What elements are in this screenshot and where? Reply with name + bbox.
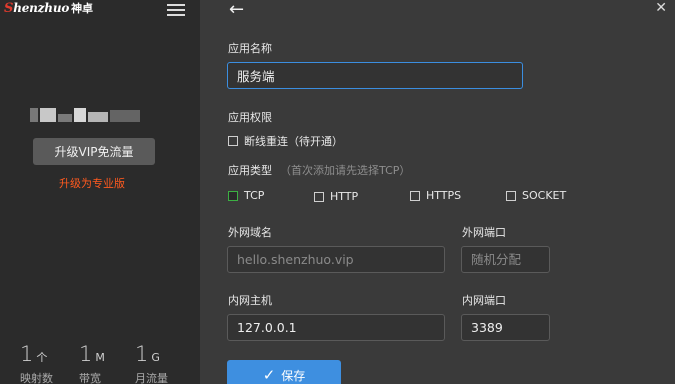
stat-unit: M	[95, 351, 105, 364]
checkbox-box	[228, 136, 238, 146]
internal-port-input[interactable]	[461, 314, 550, 341]
app-name-input[interactable]	[227, 62, 523, 89]
app-name-label: 应用名称	[228, 42, 272, 55]
checkbox-box	[506, 190, 516, 201]
hamburger-menu-icon[interactable]	[167, 4, 185, 18]
close-icon[interactable]: ✕	[655, 0, 667, 16]
check-icon: ✓	[262, 366, 276, 384]
stat-label: 带宽	[79, 372, 101, 384]
type-https-checkbox[interactable]: HTTPS	[410, 189, 461, 202]
external-domain-label: 外网域名	[228, 226, 272, 239]
upgrade-pro-link[interactable]: 升级为专业版	[0, 175, 184, 191]
stat-label: 月流量	[135, 372, 168, 384]
checkbox-box	[410, 190, 420, 201]
checkbox-label: 断线重连（待开通）	[244, 135, 343, 148]
type-tcp-checkbox[interactable]: TCP	[228, 189, 264, 202]
stat-unit: G	[151, 351, 160, 364]
external-port-label: 外网端口	[462, 226, 506, 239]
save-label: 保存	[281, 368, 306, 383]
internal-host-label: 内网主机	[228, 294, 272, 307]
type-label: 应用类型 （首次添加请先选择TCP）	[228, 162, 410, 178]
save-button[interactable]: ✓ 保存	[227, 360, 341, 384]
checkbox-label: SOCKET	[522, 189, 567, 202]
checkbox-label: HTTP	[330, 190, 359, 203]
type-hint: （首次添加请先选择TCP）	[280, 164, 411, 177]
checkbox-label: TCP	[244, 189, 265, 202]
checkbox-box	[314, 191, 324, 202]
external-domain-input[interactable]	[227, 246, 445, 273]
external-port-input[interactable]	[461, 246, 550, 273]
checkbox-box	[228, 190, 238, 201]
permission-label: 应用权限	[228, 111, 272, 124]
stat-unit: 个	[36, 351, 48, 364]
reconnect-checkbox[interactable]: 断线重连（待开通）	[228, 133, 343, 149]
stat-value: 1	[135, 342, 149, 366]
stat-label: 映射数	[20, 372, 53, 384]
checkbox-label: HTTPS	[426, 189, 462, 202]
sidebar: Shenzhuo 神卓 升级VIP免流量 升级为专业版 1个 映射数 1M 带宽 …	[0, 0, 200, 384]
stat-traffic: 1G 月流量	[135, 342, 195, 384]
type-label-text: 应用类型	[228, 164, 272, 177]
internal-host-input[interactable]	[227, 314, 445, 341]
blurred-username	[30, 108, 160, 122]
main-panel: ← ✕ 应用名称 应用权限 断线重连（待开通） 应用类型 （首次添加请先选择TCP…	[200, 0, 675, 384]
stat-mappings: 1个 映射数	[20, 342, 80, 384]
upgrade-vip-button[interactable]: 升级VIP免流量	[33, 138, 155, 165]
internal-port-label: 内网端口	[462, 294, 506, 307]
stat-bandwidth: 1M 带宽	[79, 342, 139, 384]
stat-value: 1	[79, 342, 93, 366]
brand-logo: Shenzhuo 神卓	[4, 1, 93, 16]
back-arrow-icon[interactable]: ←	[229, 1, 244, 19]
type-http-checkbox[interactable]: HTTP	[314, 190, 358, 203]
type-socket-checkbox[interactable]: SOCKET	[506, 189, 566, 202]
stat-value: 1	[20, 342, 34, 366]
